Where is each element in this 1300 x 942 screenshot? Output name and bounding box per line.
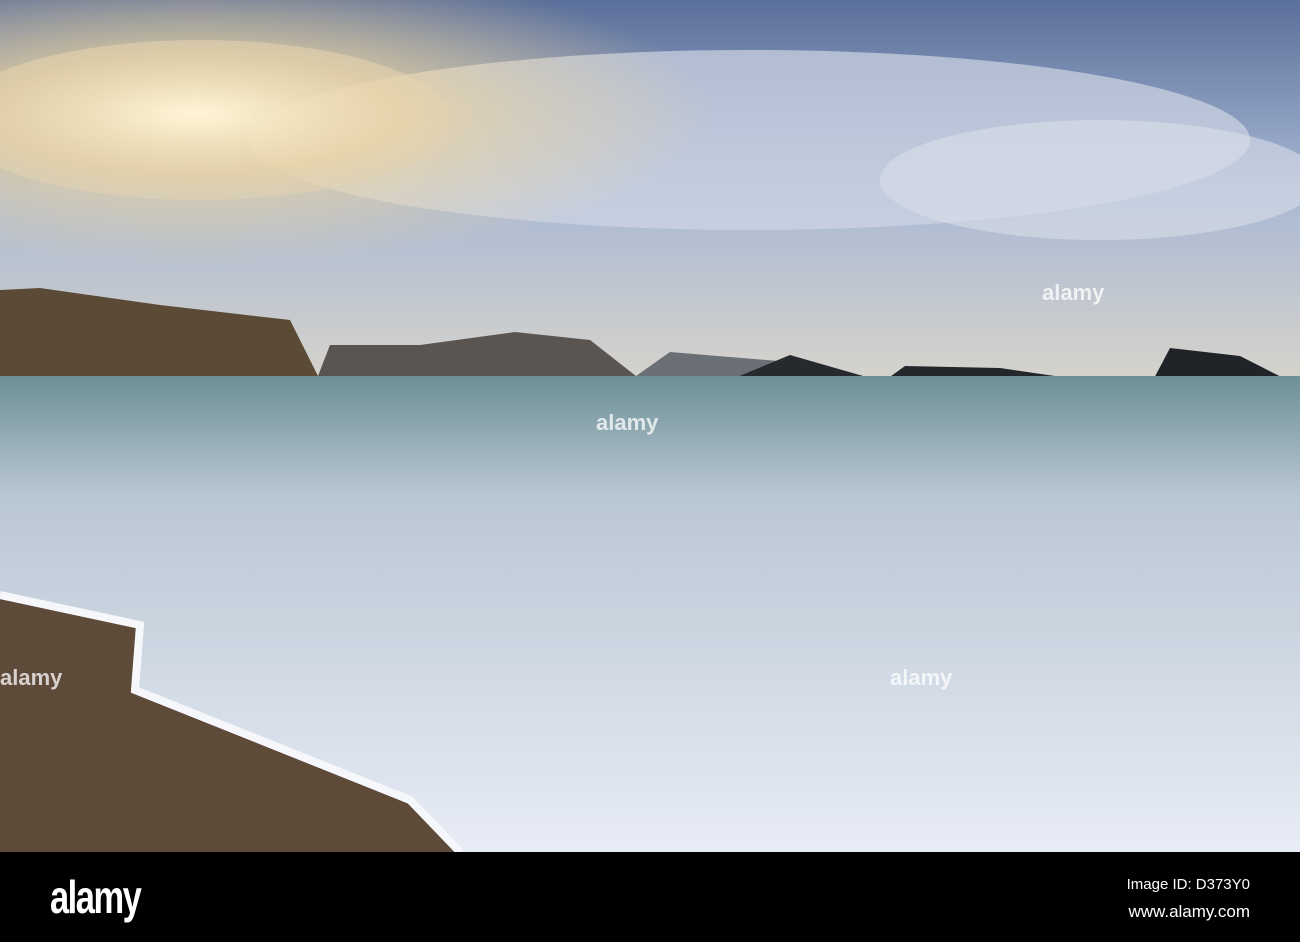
image-id: Image ID: D373Y0 xyxy=(1126,876,1250,893)
watermark: alamy xyxy=(890,665,953,690)
watermark: alamy xyxy=(1042,280,1105,305)
site-url: www.alamy.com xyxy=(1128,902,1250,921)
watermark: alamy xyxy=(0,665,63,690)
watermark: alamy xyxy=(596,410,659,435)
footer-bar: alamy Image ID: D373Y0 www.alamy.com xyxy=(0,852,1300,942)
alamy-logo: alamy xyxy=(50,871,142,923)
